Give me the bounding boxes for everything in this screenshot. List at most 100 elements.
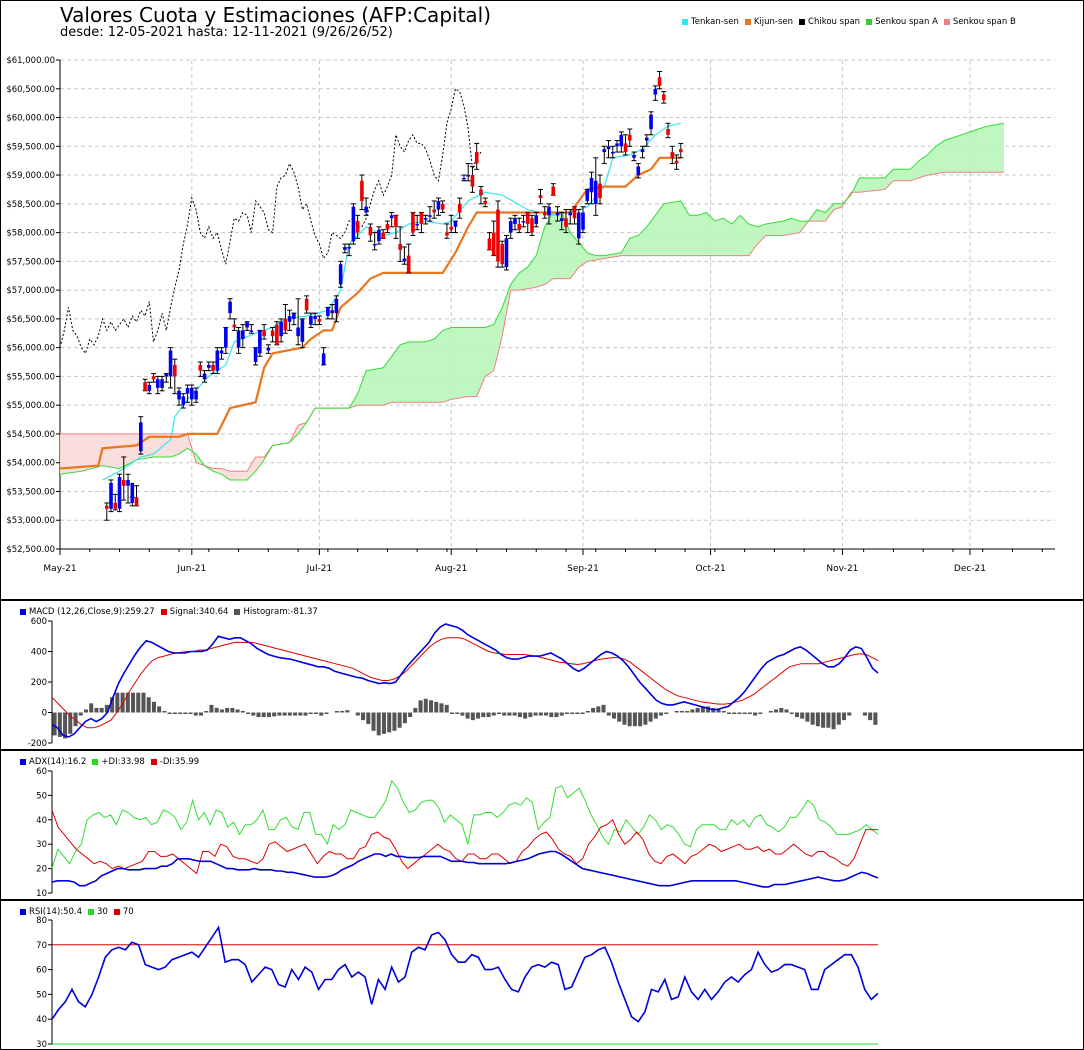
histogram-bar (591, 707, 596, 713)
y-tick-label: $53,500.00 (6, 487, 55, 497)
histogram-bar (293, 712, 298, 716)
histogram-bar (810, 712, 815, 725)
x-tick-label: Oct-21 (695, 564, 725, 574)
candle-body (491, 232, 496, 256)
histogram-bar (695, 707, 700, 713)
candle-body (368, 226, 373, 236)
candle-body (313, 316, 317, 319)
candle-body (496, 209, 500, 262)
candle-body (360, 180, 364, 201)
histogram-bar (455, 712, 460, 715)
histogram-bar (862, 712, 867, 716)
histogram-bar (653, 712, 658, 719)
histogram-bar (685, 710, 690, 713)
histogram-bar (387, 712, 392, 733)
histogram-bar (747, 712, 752, 715)
candle-body (474, 152, 479, 164)
candle-body (436, 200, 441, 210)
candle-body (270, 330, 275, 337)
candle-body (326, 307, 330, 317)
candle-body (479, 189, 483, 196)
candle-body (530, 218, 534, 233)
x-tick-label: Nov-21 (826, 564, 858, 574)
candle-body (483, 200, 488, 204)
histogram-bar (873, 712, 878, 725)
histogram-bar (507, 712, 512, 716)
histogram-bar (831, 712, 836, 730)
chart-svg: $61,000.00 $60,500.00 $60,000.00 $59,500.00… (6, 56, 1055, 1050)
candle-body (513, 218, 517, 224)
histogram-bar (381, 712, 386, 734)
histogram-bar (193, 712, 198, 716)
candle-body (619, 134, 624, 147)
histogram-bar (198, 712, 204, 716)
candle-body (134, 497, 139, 506)
indicator-y-tick-label: 0 (42, 709, 47, 719)
y-tick-label: $56,000.00 (6, 344, 55, 354)
candle-body (219, 350, 224, 354)
candle-body (649, 114, 653, 130)
candle-body (521, 221, 526, 223)
candle-body (113, 502, 118, 509)
histogram-bar (99, 707, 104, 713)
candle-body (104, 505, 109, 509)
candle-body (525, 212, 530, 224)
histogram-bar (178, 712, 183, 715)
histogram-bar (240, 710, 245, 713)
histogram-bar (815, 712, 820, 727)
candle-body (181, 396, 186, 406)
indicator-y-tick-label: 40 (36, 1015, 47, 1025)
histogram-bar (340, 710, 345, 713)
histogram-bar (125, 692, 130, 713)
candle-body (555, 212, 560, 216)
candle-body (377, 229, 381, 242)
candle-body (292, 313, 296, 319)
histogram-bar (444, 704, 449, 713)
histogram-bar (355, 712, 360, 716)
histogram-bar (423, 698, 428, 713)
histogram-bar (334, 710, 339, 713)
histogram-bar (261, 712, 266, 718)
rsi-line (51, 925, 879, 1023)
histogram-bar (664, 712, 669, 715)
histogram-bar (83, 709, 88, 713)
candle-body (504, 238, 509, 268)
candle-body (262, 330, 266, 337)
candle-body (126, 479, 130, 486)
candle-body (411, 212, 415, 233)
histogram-bar (643, 712, 648, 725)
candle-body (568, 212, 573, 216)
histogram-bar (638, 712, 643, 727)
indicator-y-tick-label: 20 (36, 865, 47, 875)
candle-body (173, 364, 177, 377)
indicator-y-tick-label: 40 (36, 816, 47, 826)
candle-body (615, 143, 619, 147)
histogram-bar (836, 712, 841, 725)
histogram-bar (277, 712, 282, 716)
y-tick-label: $54,500.00 (6, 430, 55, 440)
histogram-bar (470, 712, 475, 721)
histogram-bar (575, 712, 580, 715)
candle-body (224, 327, 228, 348)
histogram-bar (784, 709, 789, 713)
candle-body (211, 364, 215, 371)
candle-body (500, 244, 505, 265)
histogram-bar (826, 712, 831, 728)
histogram-bar (413, 707, 418, 713)
candle-body (623, 143, 628, 153)
histogram-bar (246, 712, 251, 715)
y-tick-label: $58,500.00 (6, 200, 55, 210)
candle-body (598, 183, 602, 199)
histogram-bar (847, 712, 852, 716)
histogram-bar (842, 712, 847, 721)
histogram-bar (774, 709, 779, 713)
histogram-bar (429, 700, 434, 713)
histogram-bar (512, 712, 517, 716)
histogram-bar (172, 712, 177, 715)
y-tick-label: $61,000.00 (6, 56, 55, 66)
candle-body (160, 379, 164, 388)
x-tick-label: Sep-21 (567, 564, 599, 574)
candle-body (657, 77, 662, 86)
candle-body (109, 482, 113, 509)
indicator-y-tick-label: 50 (36, 990, 47, 1000)
